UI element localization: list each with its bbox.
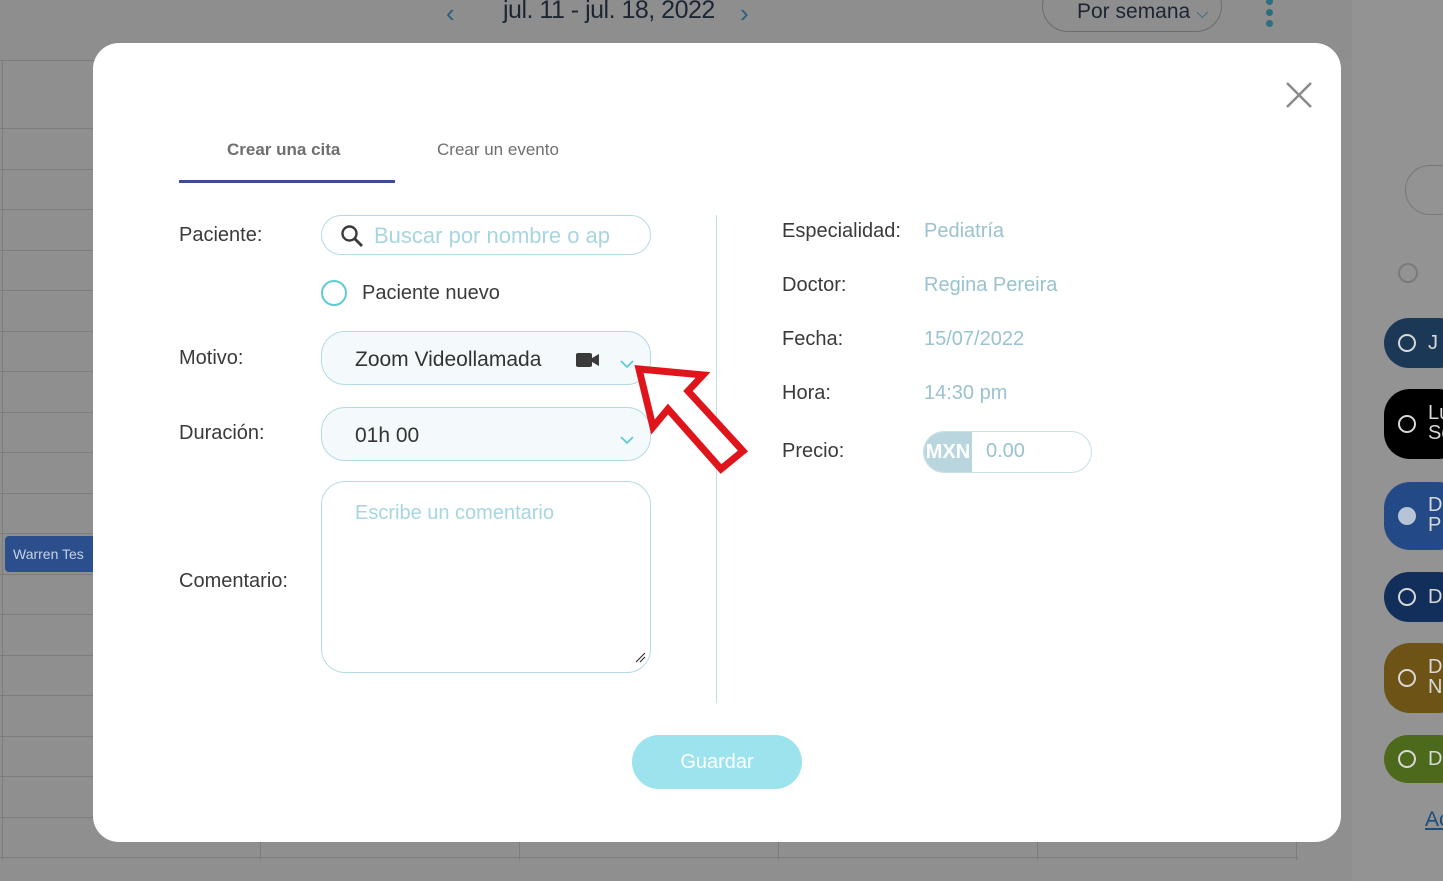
chevron-down-icon: ⌵ (1196, 5, 1209, 22)
next-week-icon[interactable]: › (740, 0, 749, 29)
doctor-item[interactable]: J (1384, 318, 1443, 368)
comment-label: Comentario: (179, 570, 288, 592)
tab-create-appointment[interactable]: Crear una cita (227, 140, 340, 160)
create-appointment-modal: Crear una cita Crear un evento Paciente:… (93, 43, 1341, 842)
view-selector[interactable]: Por semana ⌵ (1042, 0, 1222, 32)
more-options-icon[interactable] (1266, 0, 1274, 31)
duration-value: 01h 00 (355, 424, 420, 447)
close-icon[interactable] (1283, 79, 1315, 111)
comment-textarea[interactable]: Escribe un comentario (321, 481, 651, 673)
view-selector-label: Por semana (1077, 0, 1191, 23)
duration-label: Duración: (179, 422, 265, 444)
doctor-item[interactable]: D (1384, 572, 1443, 622)
doctor-item[interactable]: Lu So (1384, 389, 1443, 459)
new-patient-radio[interactable] (321, 280, 347, 306)
specialty-value: Pediatría (924, 220, 1005, 242)
reason-select[interactable]: Zoom Videollamada (321, 331, 651, 385)
specialty-label: Especialidad: (782, 220, 901, 242)
duration-select[interactable]: 01h 00 (321, 407, 651, 461)
video-camera-icon (576, 352, 600, 373)
patient-search-input[interactable] (372, 221, 640, 251)
tab-create-event[interactable]: Crear un evento (437, 140, 559, 160)
comment-placeholder: Escribe un comentario (355, 502, 554, 524)
save-button[interactable]: Guardar (632, 735, 802, 789)
date-label: Fecha: (782, 328, 844, 350)
price-label: Precio: (782, 440, 845, 462)
active-tab-indicator (179, 180, 395, 183)
doctor-item[interactable]: D P (1384, 482, 1443, 550)
search-icon (340, 224, 364, 253)
reason-value: Zoom Videollamada (355, 348, 542, 371)
doctor-value: Regina Pereira (924, 274, 1058, 296)
price-input[interactable]: MXN 0.00 (923, 431, 1092, 473)
new-patient-label: Paciente nuevo (362, 282, 500, 304)
doctor-item[interactable]: D (1384, 735, 1443, 783)
chevron-down-icon (620, 356, 634, 374)
patient-search (321, 215, 651, 255)
annotation-arrow-icon (634, 365, 749, 474)
add-link[interactable]: Ac (1425, 808, 1443, 832)
currency-badge: MXN (924, 432, 972, 472)
calendar-event[interactable]: Warren Tes (5, 536, 105, 572)
time-value: 14:30 pm (924, 382, 1008, 404)
reason-label: Motivo: (179, 347, 244, 369)
doctor-label: Doctor: (782, 274, 847, 296)
patient-label: Paciente: (179, 224, 263, 246)
doctor-item[interactable]: D N (1384, 643, 1443, 713)
date-range: jul. 11 - jul. 18, 2022 (503, 0, 715, 24)
price-value: 0.00 (986, 440, 1025, 462)
chevron-down-icon (620, 432, 634, 450)
resize-handle-icon[interactable] (634, 650, 646, 668)
time-label: Hora: (782, 382, 831, 404)
prev-week-icon[interactable]: ‹ (446, 0, 455, 29)
date-value: 15/07/2022 (924, 328, 1025, 350)
